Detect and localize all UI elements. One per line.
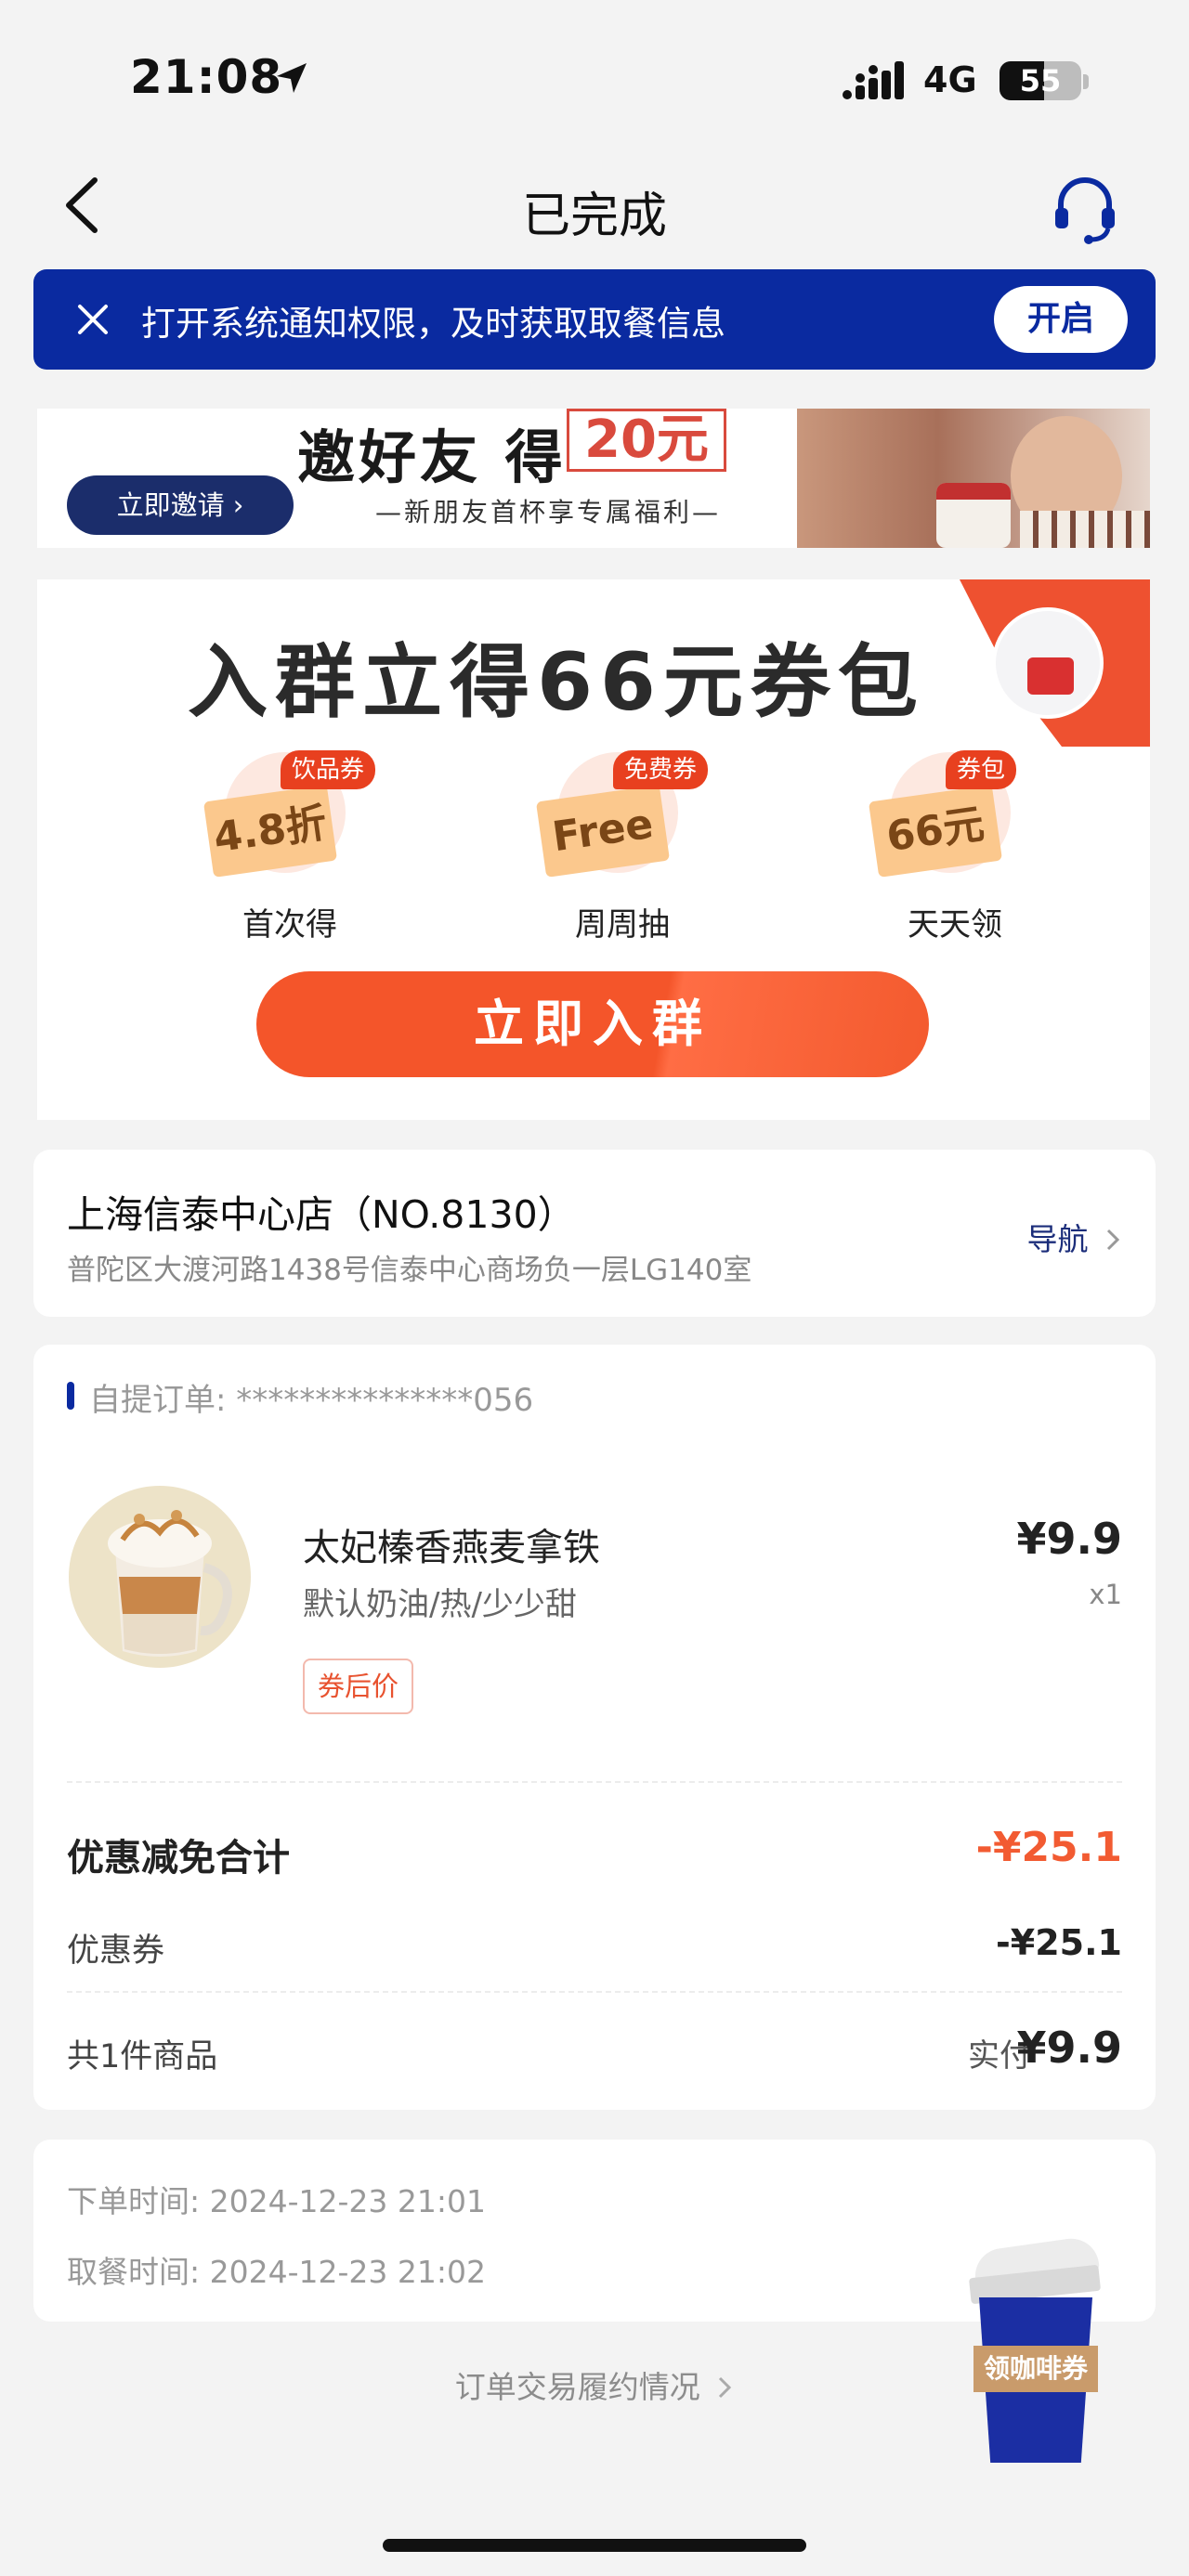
notification-permission-bar: 打开系统通知权限，及时获取取餐信息 开启	[33, 269, 1156, 370]
discount-total-value: -¥25.1	[975, 1824, 1122, 1871]
perk-tag: 饮品券	[281, 750, 376, 789]
perk-label: 周周抽	[575, 906, 670, 943]
invite-now-button[interactable]: 立即邀请 ›	[67, 475, 294, 535]
chevron-right-icon	[719, 2376, 732, 2399]
order-card: 自提订单: ***************056 太妃榛香燕麦拿铁 默认奶油/热…	[33, 1345, 1156, 2110]
invite-amount: 20元	[567, 409, 726, 472]
invite-friends-banner[interactable]: 邀好友 得 20元 —新朋友首杯享专属福利— 立即邀请 ›	[37, 409, 1150, 548]
discount-total-label: 优惠减免合计	[67, 1837, 290, 1880]
item-count: 共1件商品	[67, 2038, 218, 2075]
coffee-coupon-fab[interactable]: 领咖啡券	[966, 2234, 1105, 2466]
section-marker	[67, 1382, 74, 1410]
sweater-image	[1020, 511, 1150, 548]
notice-text: 打开系统通知权限，及时获取取餐信息	[141, 304, 725, 344]
perk-label: 天天领	[908, 906, 1002, 943]
paid-amount: ¥9.9	[1016, 2023, 1123, 2073]
product-spec: 默认奶油/热/少少甜	[303, 1586, 577, 1623]
enable-notification-button[interactable]: 开启	[994, 286, 1128, 353]
product-name: 太妃榛香燕麦拿铁	[303, 1527, 600, 1569]
coffee-cup-image	[936, 483, 1011, 548]
invite-banner-photo	[797, 409, 1150, 548]
divider	[67, 1991, 1122, 1993]
pickup-time: 取餐时间: 2024-12-23 21:02	[67, 2254, 486, 2290]
store-name: 上海信泰中心店（NO.8130）	[67, 1192, 576, 1237]
join-group-button[interactable]: 立即入群	[256, 971, 929, 1077]
coffee-coupon-label: 领咖啡券	[973, 2346, 1098, 2392]
signal-icon	[843, 61, 904, 99]
coupon-label: 优惠券	[67, 1932, 165, 1970]
store-card: 上海信泰中心店（NO.8130） 普陀区大渡河路1438号信泰中心商场负一层LG…	[33, 1150, 1156, 1317]
product-quantity: x1	[1089, 1579, 1122, 1610]
perk-label: 首次得	[242, 906, 337, 943]
divider	[67, 1781, 1122, 1783]
location-arrow-icon	[277, 63, 307, 93]
close-icon[interactable]	[71, 297, 115, 342]
invite-now-label: 立即邀请	[116, 489, 225, 521]
store-address: 普陀区大渡河路1438号信泰中心商场负一层LG140室	[67, 1254, 752, 1287]
group-promo-title: 入群立得66元券包	[188, 636, 925, 729]
battery-tip	[1083, 74, 1089, 89]
fulfillment-link-label: 订单交易履约情况	[454, 2369, 700, 2405]
invite-headline: 邀好友 得	[297, 423, 567, 491]
invite-subtitle: —新朋友首杯享专属福利—	[375, 497, 722, 527]
coupon-value: -¥25.1	[996, 1922, 1122, 1963]
after-coupon-price-tag: 券后价	[303, 1659, 414, 1714]
perk-tag: 券包	[946, 750, 1017, 789]
product-price: ¥9.9	[1016, 1514, 1123, 1564]
navigate-button[interactable]: 导航	[1027, 1215, 1123, 1259]
customer-service-headset-icon[interactable]	[1048, 173, 1122, 247]
network-type: 4G	[923, 59, 977, 100]
battery-icon: 55	[1000, 61, 1081, 100]
status-time: 21:08	[130, 50, 283, 104]
product-image	[69, 1486, 251, 1668]
perk-tag: 免费券	[613, 750, 709, 789]
home-indicator[interactable]	[383, 2539, 806, 2552]
chevron-right-icon	[1106, 1229, 1120, 1251]
page-title: 已完成	[521, 189, 667, 244]
group-promo-card: 入群立得66元券包 4.8折 饮品券 首次得 Free 免费券 周周抽 66元 …	[37, 579, 1150, 1120]
order-id: 自提订单: ***************056	[89, 1382, 534, 1419]
order-time: 下单时间: 2024-12-23 21:01	[67, 2183, 486, 2219]
navigate-label: 导航	[1026, 1221, 1089, 1257]
battery-level: 55	[1019, 63, 1062, 98]
